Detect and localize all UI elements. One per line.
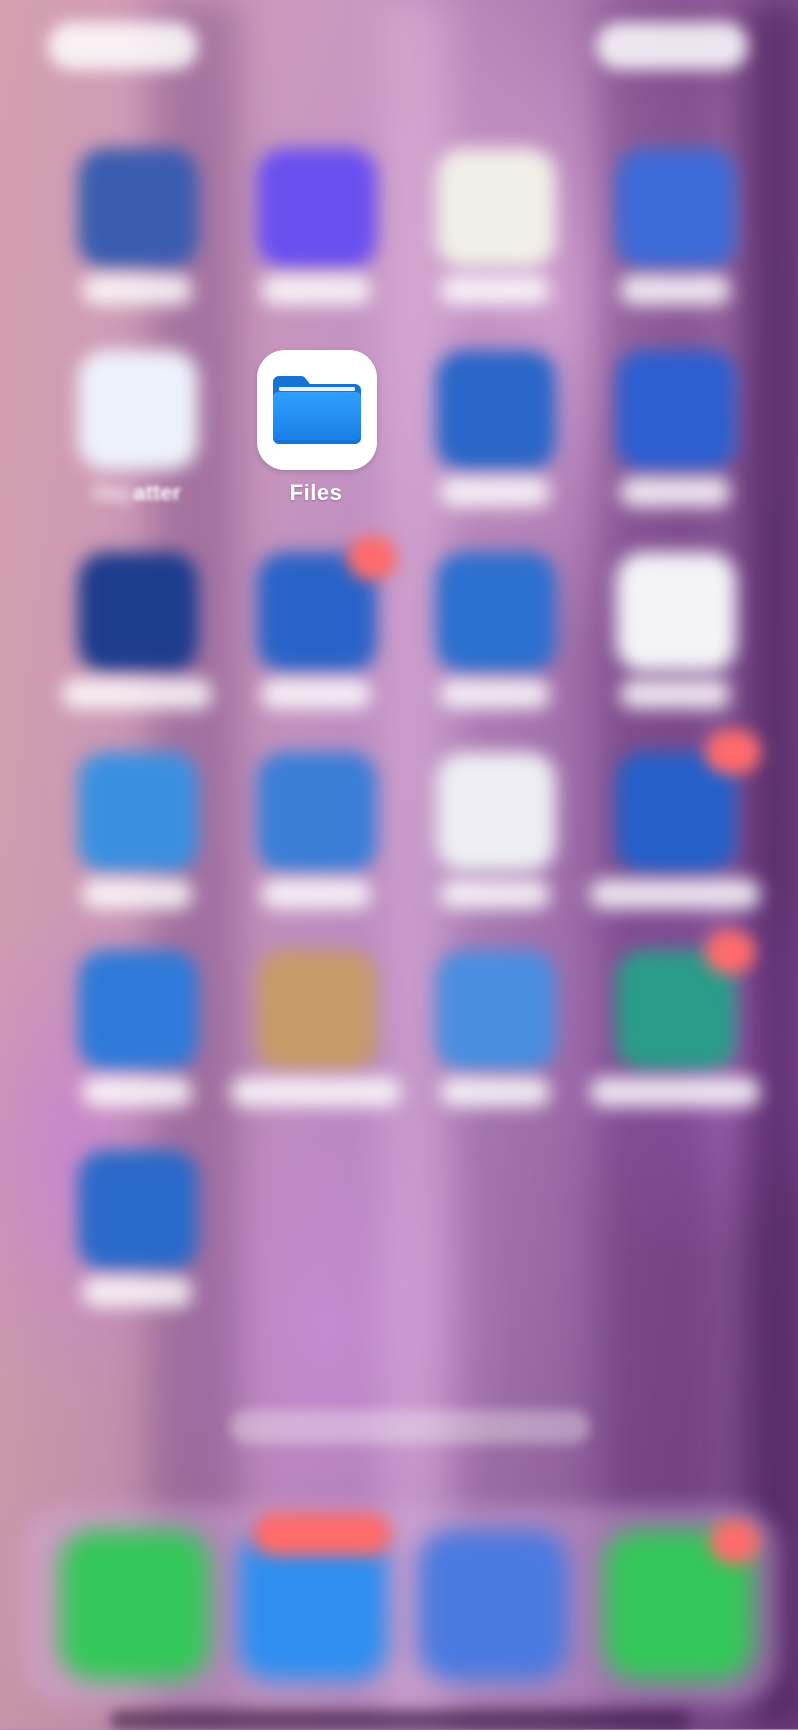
app-label	[620, 679, 730, 709]
app-icon-image	[436, 552, 556, 672]
notification-badge	[252, 1512, 392, 1556]
status-bar-indicators	[596, 22, 748, 70]
app-label	[440, 477, 550, 507]
page-indicator[interactable]	[230, 1410, 590, 1444]
app-icon-image	[257, 752, 377, 872]
app-label	[82, 275, 192, 305]
app-icon-image	[78, 950, 198, 1070]
app-icon-image	[616, 350, 736, 470]
app-label	[620, 275, 730, 305]
app-label	[82, 1077, 192, 1107]
app-label	[62, 679, 212, 709]
app-label	[82, 879, 192, 909]
app-icon-image	[78, 752, 198, 872]
app-label	[261, 275, 371, 305]
app-icon-image	[436, 752, 556, 872]
notification-badge	[347, 536, 397, 580]
app-label	[590, 879, 760, 909]
app-icon-image	[436, 350, 556, 470]
app-label	[440, 679, 550, 709]
app-label	[231, 1077, 401, 1107]
files-app-icon	[257, 350, 377, 470]
phone-app[interactable]	[60, 1530, 210, 1680]
app-label	[620, 477, 730, 507]
app-icon-image	[436, 950, 556, 1070]
photos-app[interactable]	[418, 1530, 568, 1680]
notification-badge	[705, 730, 761, 774]
app-label	[261, 879, 371, 909]
app-icon-image	[78, 148, 198, 268]
app-label	[261, 679, 371, 709]
app-icon-image	[616, 148, 736, 268]
app-label-partial: Dayatter	[92, 480, 182, 505]
app-label	[82, 1277, 192, 1307]
app-icon-image	[257, 950, 377, 1070]
app-icon-image	[78, 552, 198, 672]
app-icon-image	[616, 552, 736, 672]
app-label	[440, 1077, 550, 1107]
notification-badge	[705, 930, 755, 974]
app-icon-image	[78, 1150, 198, 1270]
notification-badge	[710, 1520, 760, 1564]
app-icon-image	[78, 350, 198, 470]
app-icon-image	[257, 148, 377, 268]
app-label	[440, 879, 550, 909]
files-app-label: Files	[289, 480, 343, 505]
status-bar-time	[48, 22, 198, 70]
home-indicator[interactable]	[110, 1710, 690, 1730]
folder-icon	[273, 376, 361, 444]
app-label	[590, 1077, 760, 1107]
app-icon-image	[436, 148, 556, 268]
app-label	[440, 275, 550, 305]
